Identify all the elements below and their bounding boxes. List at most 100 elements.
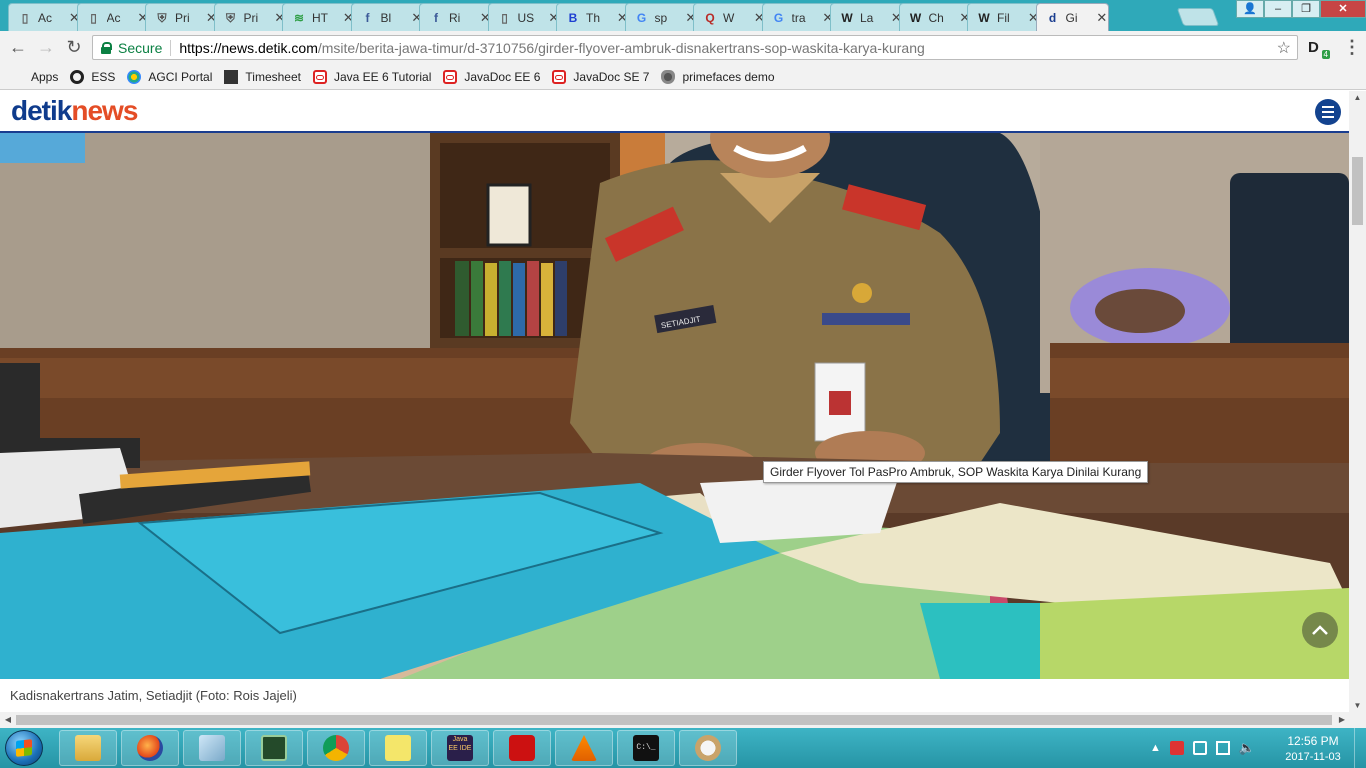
address-bar[interactable]: Secure https://news.detik.com/msite/beri… xyxy=(92,35,1298,60)
monitor-icon[interactable] xyxy=(1215,741,1230,755)
taskbar-app-button[interactable]: C:\_ xyxy=(617,730,675,766)
scroll-to-top-button[interactable] xyxy=(1302,612,1338,648)
wikipedia-icon: W xyxy=(978,10,990,25)
taskbar-app-button[interactable] xyxy=(245,730,303,766)
scroll-left-arrow-icon[interactable]: ◀ xyxy=(0,712,16,728)
bookmark-javadoc-se[interactable]: JavaDoc SE 7 xyxy=(552,69,650,84)
scroll-right-arrow-icon[interactable]: ▶ xyxy=(1334,712,1350,728)
network-warning-icon[interactable] xyxy=(1169,741,1184,755)
bookmark-star-icon[interactable]: ☆ xyxy=(1277,38,1291,58)
bookmark-javadoc-ee[interactable]: JavaDoc EE 6 xyxy=(443,69,540,84)
primefaces-icon xyxy=(661,69,676,84)
browser-tab[interactable]: W Ch ✕ xyxy=(898,3,972,31)
close-window-button[interactable]: ✕ xyxy=(1320,0,1366,18)
bookmark-label: JavaDoc SE 7 xyxy=(573,69,650,84)
reload-icon: ↻ xyxy=(66,37,82,57)
start-button[interactable] xyxy=(5,730,43,766)
horizontal-scroll-thumb[interactable] xyxy=(16,715,1332,725)
browser-tab[interactable]: Gtra ✕ xyxy=(761,3,835,31)
browser-tab[interactable]: ⛨ Pri ✕ xyxy=(213,3,287,31)
browser-tab[interactable]: ▯ Ac ✕ xyxy=(76,3,150,31)
tab-title: Pri xyxy=(175,10,190,25)
window-controls: 👤 – ❐ ✕ xyxy=(1236,0,1366,18)
tab-strip: ▯ Ac ✕ ▯ Ac ✕ ⛨ Pri ✕ ⛨ Pri ✕ ≋ HT ✕ f Bl ✕ f Ri ✕ ▯ US ✕ B Th ✕ Gs… xyxy=(0,0,1366,31)
adobe-reader-icon xyxy=(509,735,535,761)
bookmark-primefaces-demo[interactable]: primefaces demo xyxy=(661,69,775,84)
profile-button[interactable]: 👤 xyxy=(1236,0,1264,18)
detiknews-logo[interactable]: detiknews xyxy=(11,95,138,127)
chevron-up-icon xyxy=(1312,625,1328,635)
bookmark-timesheet[interactable]: Timesheet xyxy=(224,69,301,84)
show-hidden-icons-icon[interactable]: ▲ xyxy=(1150,742,1161,754)
lock-icon xyxy=(101,41,112,54)
taskbar-app-button[interactable] xyxy=(59,730,117,766)
bookmark-apps[interactable]: Apps xyxy=(10,70,58,84)
tab-title: Ri xyxy=(449,10,461,25)
taskbar-app-button[interactable] xyxy=(121,730,179,766)
oracle-icon xyxy=(312,69,327,84)
browser-tab[interactable]: Q W ✕ xyxy=(693,3,766,31)
close-tab-icon[interactable]: ✕ xyxy=(1096,10,1107,26)
bookmark-agci-portal[interactable]: AGCI Portal xyxy=(127,69,212,84)
scroll-up-arrow-icon[interactable]: ▲ xyxy=(1349,91,1366,105)
browser-tab[interactable]: ⛨ Pri ✕ xyxy=(145,3,218,31)
show-desktop-button[interactable] xyxy=(1354,728,1366,768)
browser-tab[interactable]: W La ✕ xyxy=(830,3,903,31)
minimize-button[interactable]: – xyxy=(1264,0,1292,18)
bookmark-label: Java EE 6 Tutorial xyxy=(333,69,432,84)
horizontal-scrollbar[interactable]: ◀ ▶ xyxy=(0,712,1366,728)
b-icon: B xyxy=(568,10,578,25)
bookmark-label: Apps xyxy=(31,69,59,84)
system-clock[interactable]: 12:56 PM 2017-11-03 xyxy=(1278,733,1348,765)
browser-tab[interactable]: f Bl ✕ xyxy=(350,3,424,31)
taskbar-app-button[interactable] xyxy=(369,730,427,766)
taskbar-app-button[interactable] xyxy=(493,730,551,766)
taskbar-app-button[interactable]: Java EE IDE xyxy=(431,730,489,766)
chrome-menu-icon[interactable]: ⋮ xyxy=(1343,37,1361,58)
page-icon: ▯ xyxy=(90,10,97,25)
reload-button[interactable]: ↻ xyxy=(60,37,88,58)
browser-tab[interactable]: f Ri ✕ xyxy=(419,3,492,31)
forward-button[interactable]: → xyxy=(32,37,60,58)
extension-button[interactable]: D 4 xyxy=(1308,39,1330,59)
browser-tab[interactable]: d Gi ✕ xyxy=(1035,3,1109,31)
browser-tab[interactable]: ▯ Ac ✕ xyxy=(8,3,81,31)
tab-title: La xyxy=(860,10,874,25)
bookmark-java-ee-tutorial[interactable]: Java EE 6 Tutorial xyxy=(312,69,432,84)
back-button[interactable]: ← xyxy=(4,37,32,58)
taskbar-app-button[interactable] xyxy=(555,730,613,766)
oracle-icon xyxy=(552,69,567,84)
new-tab-button[interactable] xyxy=(1176,8,1220,26)
system-tray: ▲ 🔈 xyxy=(1150,728,1255,768)
ess-icon xyxy=(70,69,85,84)
volume-icon[interactable]: 🔈 xyxy=(1239,741,1255,755)
scroll-thumb[interactable] xyxy=(1352,157,1363,225)
shield-icon: ⛨ xyxy=(157,10,167,25)
apps-grid-icon xyxy=(10,70,24,84)
taskbar-app-button[interactable] xyxy=(679,730,737,766)
page-viewport: detiknews SETIADJIT Girder Flyover Tol P… xyxy=(0,91,1366,713)
tab-title: Pri xyxy=(243,10,259,25)
browser-tab[interactable]: ▯ US ✕ xyxy=(487,3,561,31)
taskbar-app-button[interactable] xyxy=(183,730,241,766)
extension-badge: 4 xyxy=(1321,50,1330,59)
device-icon[interactable] xyxy=(1192,741,1207,755)
vertical-scrollbar[interactable]: ▲ ▼ xyxy=(1349,91,1366,713)
tab-title: Ch xyxy=(928,10,944,25)
bookmark-ess[interactable]: ESS xyxy=(70,69,115,84)
browser-tab[interactable]: B Th ✕ xyxy=(556,3,629,31)
hamburger-menu-icon[interactable] xyxy=(1315,99,1341,125)
url-path: /msite/berita-jawa-timur/d-3710756/girde… xyxy=(317,39,925,56)
browser-tab[interactable]: W Fil ✕ xyxy=(967,3,1040,31)
tab-title: Gi xyxy=(1065,10,1078,25)
oracle-icon xyxy=(443,69,458,84)
logo-detik: detik xyxy=(11,95,72,126)
quora-icon: Q xyxy=(705,10,715,25)
bookmarks-bar: Apps ESS AGCI Portal Timesheet Java EE 6… xyxy=(0,64,1366,90)
scroll-down-arrow-icon[interactable]: ▼ xyxy=(1349,699,1366,713)
taskbar-app-button[interactable] xyxy=(307,730,365,766)
maximize-button[interactable]: ❐ xyxy=(1292,0,1320,18)
chart-icon: ≋ xyxy=(293,10,305,25)
browser-tab[interactable]: Gsp ✕ xyxy=(624,3,698,31)
browser-tab[interactable]: ≋ HT ✕ xyxy=(282,3,355,31)
